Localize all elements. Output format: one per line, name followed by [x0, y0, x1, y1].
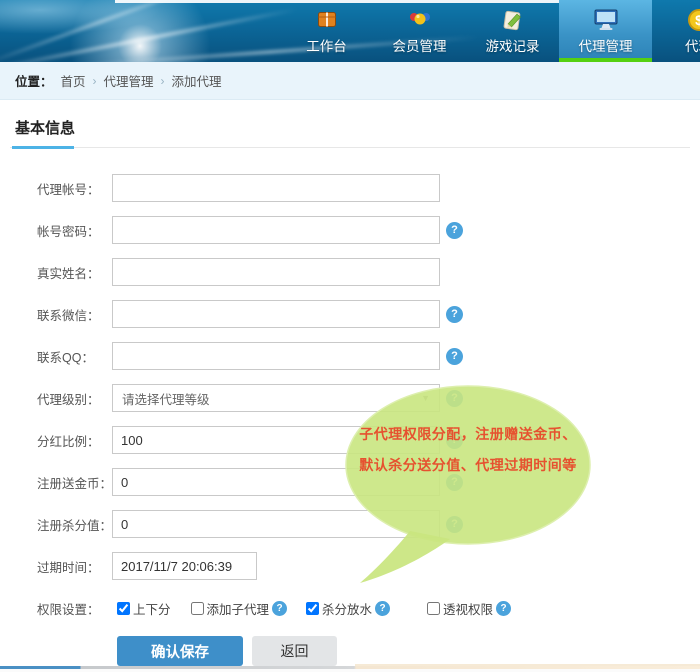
- form-row-agent-account: 代理帐号：: [37, 174, 700, 202]
- breadcrumb-prefix: 位置：: [15, 71, 53, 90]
- perm-kill-release-group: 杀分放水 ?: [306, 599, 390, 618]
- svg-text:$: $: [695, 12, 700, 28]
- help-icon[interactable]: ?: [446, 390, 463, 407]
- nav-tab-workbench[interactable]: 工作台: [280, 0, 373, 62]
- help-icon[interactable]: ?: [446, 516, 463, 533]
- form-row-account-password: 帐号密码： ?: [37, 216, 700, 244]
- breadcrumb-separator: ›: [161, 74, 165, 88]
- breadcrumb-agent-management[interactable]: 代理管理: [104, 71, 154, 90]
- help-icon[interactable]: ?: [446, 306, 463, 323]
- nav-tab-game-records[interactable]: 游戏记录: [466, 0, 559, 62]
- chevron-down-icon: ▼: [421, 393, 430, 403]
- help-icon[interactable]: ?: [446, 222, 463, 239]
- wechat-contact-input[interactable]: [112, 300, 440, 328]
- breadcrumb: 位置： 首页 › 代理管理 › 添加代理: [0, 62, 700, 100]
- top-banner: 工作台 会员管理: [0, 0, 700, 62]
- form-row-register-gift-coins: 注册送金币： ?: [37, 468, 700, 496]
- form-row-register-kill-score: 注册杀分值： ?: [37, 510, 700, 538]
- real-name-input[interactable]: [112, 258, 440, 286]
- save-button[interactable]: 确认保存: [117, 636, 243, 666]
- field-label-wechat: 联系微信：: [37, 305, 112, 324]
- nav-tab-agent-management[interactable]: 代理管理: [559, 0, 652, 62]
- nav-tab-members[interactable]: 会员管理: [373, 0, 466, 62]
- form-row-qq: 联系QQ： ?: [37, 342, 700, 370]
- workbench-icon: [315, 6, 339, 34]
- coin-icon: $: [687, 6, 700, 34]
- register-gift-coins-input[interactable]: [112, 468, 440, 496]
- field-label-permissions: 权限设置：: [37, 599, 112, 618]
- perm-kill-release-checkbox[interactable]: [306, 602, 319, 615]
- perm-add-subagent-label: 添加子代理: [207, 599, 270, 618]
- field-label-expire-time: 过期时间：: [37, 557, 112, 576]
- help-icon[interactable]: ?: [446, 432, 463, 449]
- field-label-real-name: 真实姓名：: [37, 263, 112, 282]
- page: 工作台 会员管理: [0, 0, 700, 672]
- perm-updown-checkbox[interactable]: [117, 602, 130, 615]
- perm-updown-group: 上下分: [117, 599, 171, 618]
- help-icon[interactable]: ?: [446, 474, 463, 491]
- nav-tab-label: 游戏记录: [486, 35, 540, 55]
- perm-updown-label: 上下分: [133, 599, 171, 618]
- breadcrumb-current: 添加代理: [172, 71, 222, 90]
- perm-kill-release-label: 杀分放水: [322, 599, 372, 618]
- perm-add-subagent-group: 添加子代理 ?: [191, 599, 288, 618]
- nav-tab-agent-extra[interactable]: $ 代理: [652, 0, 700, 62]
- dividend-ratio-input[interactable]: [112, 426, 440, 454]
- form-row-permissions: 权限设置： 上下分 添加子代理 ? 杀分放水 ? 透视权限 ?: [37, 594, 700, 622]
- form-row-real-name: 真实姓名：: [37, 258, 700, 286]
- monitor-icon: [593, 6, 619, 34]
- perm-xray-checkbox[interactable]: [427, 602, 440, 615]
- breadcrumb-home[interactable]: 首页: [61, 71, 86, 90]
- field-label-account-password: 帐号密码：: [37, 221, 112, 240]
- form-row-wechat: 联系微信： ?: [37, 300, 700, 328]
- game-records-icon: [501, 6, 525, 34]
- form-row-dividend-ratio: 分红比例： ?: [37, 426, 700, 454]
- form-row-agent-level: 代理级别： 请选择代理等级 ▼ ?: [37, 384, 700, 412]
- help-icon[interactable]: ?: [496, 601, 511, 616]
- members-icon: [407, 6, 433, 34]
- account-password-input[interactable]: [112, 216, 440, 244]
- agent-account-input[interactable]: [112, 174, 440, 202]
- help-icon[interactable]: ?: [272, 601, 287, 616]
- section-title: 基本信息: [15, 117, 75, 138]
- perm-xray-group: 透视权限 ?: [427, 599, 511, 618]
- field-label-dividend-ratio: 分红比例：: [37, 431, 112, 450]
- nav-tab-label: 工作台: [306, 35, 347, 55]
- qq-contact-input[interactable]: [112, 342, 440, 370]
- nav-tab-label: 代理: [685, 35, 700, 55]
- agent-level-select[interactable]: 请选择代理等级 ▼: [112, 384, 440, 412]
- perm-xray-label: 透视权限: [443, 599, 493, 618]
- main-nav: 工作台 会员管理: [280, 0, 700, 62]
- form-actions: 确认保存 返回: [117, 636, 700, 666]
- back-button[interactable]: 返回: [252, 636, 337, 666]
- field-label-register-gift-coins: 注册送金币：: [37, 473, 112, 492]
- form-row-expire-time: 过期时间：: [37, 552, 700, 580]
- register-kill-score-input[interactable]: [112, 510, 440, 538]
- agent-level-selected-value: 请选择代理等级: [122, 389, 210, 408]
- field-label-qq: 联系QQ：: [37, 347, 112, 366]
- nav-tab-label: 会员管理: [393, 35, 447, 55]
- section-header: 基本信息: [10, 100, 690, 148]
- expire-time-input[interactable]: [112, 552, 257, 580]
- add-agent-form: 代理帐号： 帐号密码： ? 真实姓名： 联系微信： ? 联系QQ： ? 代理级别…: [0, 174, 700, 666]
- breadcrumb-separator: ›: [93, 74, 97, 88]
- perm-add-subagent-checkbox[interactable]: [191, 602, 204, 615]
- field-label-agent-level: 代理级别：: [37, 389, 112, 408]
- nav-tab-label: 代理管理: [579, 35, 633, 55]
- help-icon[interactable]: ?: [375, 601, 390, 616]
- field-label-register-kill-score: 注册杀分值：: [37, 515, 112, 534]
- field-label-agent-account: 代理帐号：: [37, 179, 112, 198]
- help-icon[interactable]: ?: [446, 348, 463, 365]
